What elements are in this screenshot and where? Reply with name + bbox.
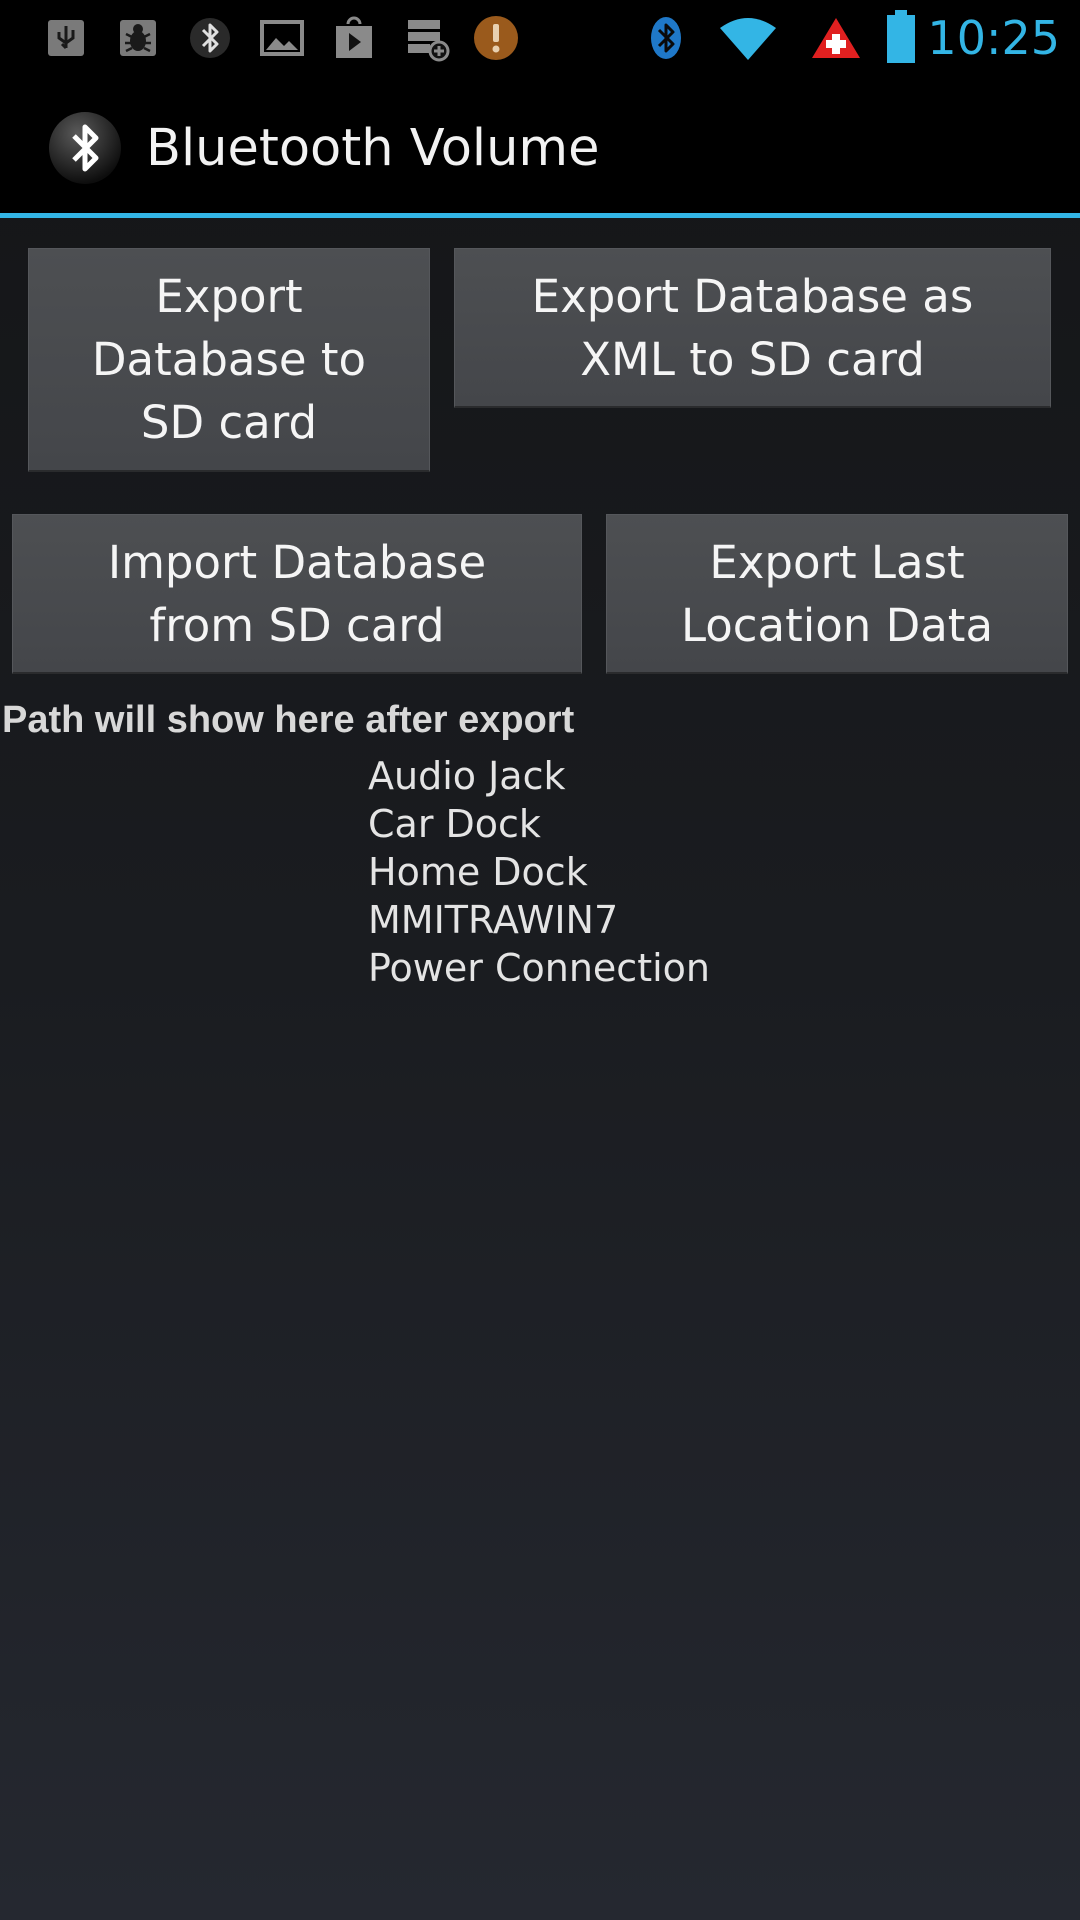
clock: 10:25 xyxy=(927,11,1060,65)
status-bar: 10:25 xyxy=(0,0,1080,76)
list-item: Audio Jack xyxy=(368,754,566,798)
export-location-label: Export Last Location Data xyxy=(680,535,994,652)
action-bar-divider xyxy=(0,213,1080,218)
storage-add-icon xyxy=(408,20,450,62)
import-database-label: Import Database from SD card xyxy=(107,535,487,652)
bluetooth-small-icon xyxy=(190,18,230,58)
export-xml-label: Export Database as XML to SD card xyxy=(531,269,974,386)
warning-icon xyxy=(474,16,518,60)
list-item: MMITRAWIN7 xyxy=(368,898,619,942)
battery-icon xyxy=(887,10,915,63)
list-item: Home Dock xyxy=(368,850,588,894)
export-path-text: Path will show here after export xyxy=(2,699,575,741)
play-store-icon xyxy=(336,16,372,58)
import-database-button[interactable]: Import Database from SD card xyxy=(12,514,582,674)
list-item: Power Connection xyxy=(368,946,710,990)
export-location-button[interactable]: Export Last Location Data xyxy=(606,514,1068,674)
image-icon xyxy=(260,20,304,56)
bluetooth-status-icon xyxy=(651,17,681,59)
export-database-label: Export Database to SD card xyxy=(91,270,367,449)
bug-icon xyxy=(120,20,156,56)
swiss-flag-icon xyxy=(812,18,860,58)
device-list: Audio Jack Car Dock Home Dock MMITRAWIN7… xyxy=(368,752,710,992)
export-xml-button[interactable]: Export Database as XML to SD card xyxy=(454,248,1051,408)
export-database-button[interactable]: Export Database to SD card xyxy=(28,248,430,472)
action-bar: Bluetooth Volume xyxy=(0,76,1080,213)
bluetooth-icon[interactable] xyxy=(47,110,123,186)
usb-icon xyxy=(48,20,84,56)
wifi-icon xyxy=(720,18,776,60)
page-title: Bluetooth Volume xyxy=(146,119,600,178)
list-item: Car Dock xyxy=(368,802,541,846)
